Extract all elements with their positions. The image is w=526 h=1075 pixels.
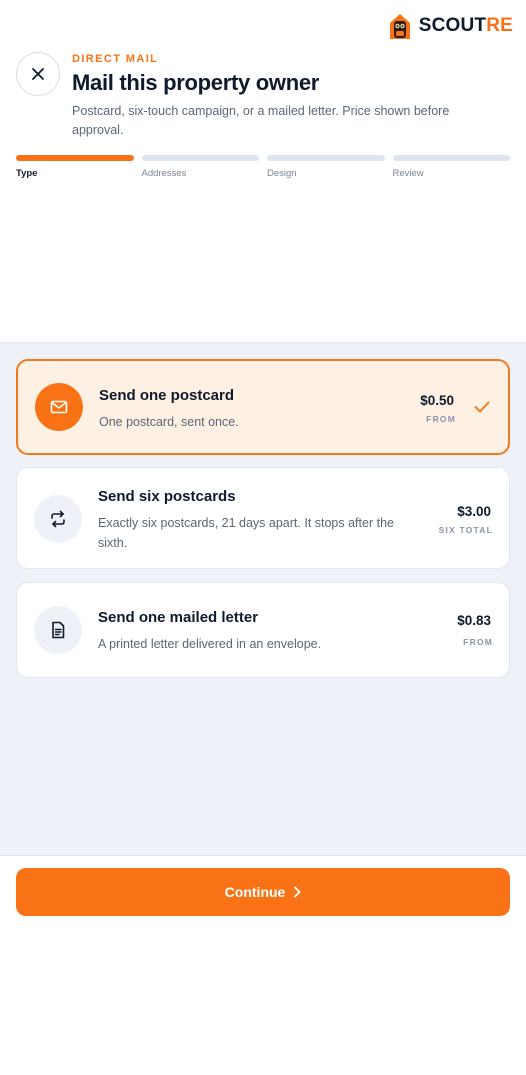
continue-button[interactable]: Continue	[16, 868, 510, 916]
envelope-icon	[35, 383, 83, 431]
option-six-postcards[interactable]: Send six postcards Exactly six postcards…	[16, 467, 510, 569]
repeat-icon	[34, 495, 82, 543]
step-design: Design	[267, 155, 385, 179]
step-bar	[141, 155, 259, 161]
step-bar	[16, 155, 134, 161]
option-description: Exactly six postcards, 21 days apart. It…	[98, 516, 394, 550]
option-title: Send one postcard	[99, 387, 235, 404]
document-icon	[34, 606, 82, 654]
option-price: $0.83	[457, 613, 491, 628]
page-subtitle: Postcard, six-touch campaign, or a maile…	[72, 104, 450, 137]
page-header: DIRECT MAIL Mail this property owner Pos…	[72, 53, 492, 140]
step-label: Type	[16, 168, 38, 179]
step-review: Review	[392, 155, 510, 179]
step-type: Type	[16, 155, 134, 179]
continue-label: Continue	[224, 884, 286, 900]
page-title: Mail this property owner	[72, 70, 320, 95]
option-mailed-letter[interactable]: Send one mailed letter A printed letter …	[16, 582, 510, 678]
step-label: Design	[267, 168, 297, 179]
check-icon	[474, 401, 490, 413]
option-price-note: FROM	[426, 414, 456, 424]
option-price-note: FROM	[463, 637, 493, 647]
option-description: A printed letter delivered in an envelop…	[98, 637, 322, 651]
close-icon	[32, 68, 44, 80]
step-bar	[392, 155, 510, 161]
step-addresses: Addresses	[141, 155, 259, 179]
scout-mascot-icon	[387, 12, 413, 40]
brand-name: SCOUTRE	[418, 15, 513, 36]
option-price: $0.50	[420, 393, 454, 408]
brand-logo: SCOUTRE	[387, 12, 513, 40]
close-button[interactable]	[16, 52, 60, 96]
option-price-note: SIX TOTAL	[438, 525, 493, 535]
step-label: Review	[392, 168, 424, 179]
chevron-right-icon	[294, 886, 301, 898]
step-bar	[267, 155, 385, 161]
option-title: Send six postcards	[98, 488, 236, 505]
step-label: Addresses	[141, 168, 187, 179]
option-title: Send one mailed letter	[98, 609, 259, 626]
eyebrow-label: DIRECT MAIL	[72, 53, 159, 65]
option-price: $3.00	[457, 504, 491, 519]
option-description: One postcard, sent once.	[99, 415, 239, 429]
option-one-postcard[interactable]: Send one postcard One postcard, sent onc…	[16, 359, 510, 455]
progress-stepper: Type Addresses Design Review	[16, 155, 510, 179]
